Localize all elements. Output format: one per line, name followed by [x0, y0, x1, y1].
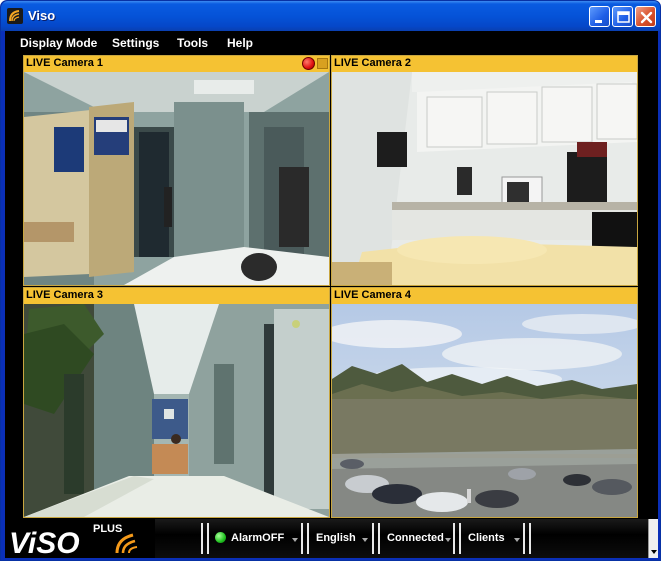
status-divider	[307, 523, 309, 554]
camera-label: LIVE Camera 2	[334, 57, 412, 69]
camera-feed-parking-lot	[332, 304, 637, 517]
status-divider	[523, 523, 525, 554]
close-icon	[640, 11, 653, 24]
minimize-button[interactable]	[589, 6, 610, 27]
maximize-button[interactable]	[612, 6, 633, 27]
client-area: Display Mode Settings Tools Help LIVE Ca…	[5, 31, 658, 558]
status-divider	[372, 523, 374, 554]
logo-badge: PLUS	[93, 523, 122, 535]
scroll-down-icon	[651, 550, 657, 554]
camera-panel-4[interactable]: LIVE Camera 4	[331, 287, 638, 518]
viso-plus-logo: ViSO PLUS	[5, 519, 155, 558]
camera-panel-1[interactable]: LIVE Camera 1	[23, 55, 330, 286]
camera-panel-2[interactable]: LIVE Camera 2	[331, 55, 638, 286]
menu-settings[interactable]: Settings	[112, 36, 159, 50]
status-divider	[207, 523, 209, 554]
menu-tools[interactable]: Tools	[177, 36, 208, 50]
camera-label: LIVE Camera 4	[334, 289, 412, 301]
status-divider	[529, 523, 531, 554]
status-divider	[378, 523, 380, 554]
minimize-icon	[595, 20, 602, 23]
alarm-dropdown-icon[interactable]	[292, 538, 298, 542]
menu-display-mode[interactable]: Display Mode	[20, 36, 97, 50]
clients-menu[interactable]: Clients	[468, 532, 505, 544]
connection-dropdown-icon[interactable]	[445, 538, 451, 542]
window-title: Viso	[28, 8, 56, 23]
status-bar: ViSO PLUS AlarmOFF English Connected Cli…	[5, 519, 658, 558]
camera-option-icon[interactable]	[317, 58, 328, 69]
menu-help[interactable]: Help	[227, 36, 253, 50]
camera-header: LIVE Camera 1	[24, 56, 329, 72]
camera-feed-office	[24, 72, 329, 285]
title-bar[interactable]: Viso	[1, 1, 660, 31]
camera-header: LIVE Camera 4	[332, 288, 637, 304]
connection-status[interactable]: Connected	[387, 532, 444, 544]
camera-grid: LIVE Camera 1 LIVE Camera 2 LIVE Camera …	[23, 55, 639, 519]
status-divider	[459, 523, 461, 554]
record-indicator-icon[interactable]	[302, 57, 315, 70]
camera-label: LIVE Camera 3	[26, 289, 104, 301]
camera-feed-hallway	[24, 304, 329, 517]
status-divider	[301, 523, 303, 554]
alarm-status[interactable]: AlarmOFF	[231, 532, 284, 544]
status-scroll-button[interactable]	[648, 519, 658, 558]
maximize-icon	[617, 11, 630, 23]
status-divider	[201, 523, 203, 554]
camera-feed-kitchen	[332, 72, 637, 285]
menu-bar: Display Mode Settings Tools Help	[5, 31, 658, 54]
camera-label: LIVE Camera 1	[26, 57, 104, 69]
clients-dropdown-icon[interactable]	[514, 538, 520, 542]
language-dropdown-icon[interactable]	[362, 538, 368, 542]
camera-panel-3[interactable]: LIVE Camera 3	[23, 287, 330, 518]
alarm-status-led-icon	[215, 532, 226, 543]
app-window: Viso Display Mode Settings Tools Help LI…	[0, 0, 661, 561]
viso-swirl-icon	[7, 8, 23, 24]
camera-header: LIVE Camera 3	[24, 288, 329, 304]
logo-text: ViSO	[9, 527, 80, 558]
status-divider	[453, 523, 455, 554]
camera-header: LIVE Camera 2	[332, 56, 637, 72]
close-button[interactable]	[635, 6, 656, 27]
language-selector[interactable]: English	[316, 532, 356, 544]
